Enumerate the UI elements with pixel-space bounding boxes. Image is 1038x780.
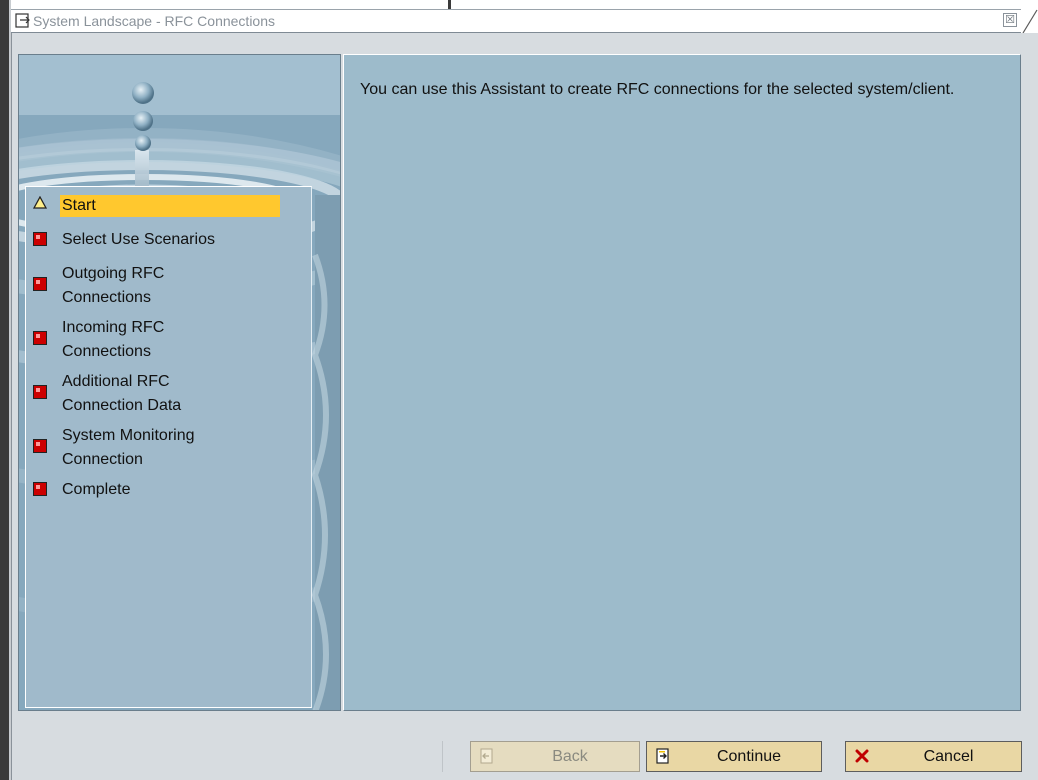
step-label: Select Use Scenarios bbox=[62, 231, 215, 248]
red-square-icon bbox=[33, 277, 47, 291]
step-description: You can use this Assistant to create RFC… bbox=[360, 81, 955, 98]
step-label: Complete bbox=[62, 481, 131, 498]
continue-button-label: Continue bbox=[716, 748, 782, 765]
red-square-icon bbox=[33, 385, 47, 399]
red-square-icon bbox=[33, 232, 47, 246]
cancel-button[interactable]: Cancel bbox=[845, 741, 1022, 772]
step-label: Outgoing RFC bbox=[62, 265, 165, 282]
step-label: Incoming RFC bbox=[62, 319, 165, 336]
continue-button[interactable]: Continue bbox=[646, 741, 822, 772]
continue-arrow-icon bbox=[656, 748, 669, 764]
title-tick bbox=[448, 0, 451, 9]
title-bar: System Landscape - RFC Connections ☒ bbox=[11, 9, 1021, 33]
step-label: Start bbox=[60, 195, 280, 217]
back-button-label: Back bbox=[552, 748, 588, 765]
red-square-icon bbox=[33, 482, 47, 496]
step-label: System Monitoring bbox=[62, 427, 195, 444]
window-menu-icon[interactable] bbox=[15, 13, 31, 29]
step-start[interactable]: Start bbox=[26, 191, 311, 221]
step-system-monitoring[interactable]: System Monitoring Connection bbox=[26, 425, 311, 471]
step-select-use-scenarios[interactable]: Select Use Scenarios bbox=[26, 229, 311, 255]
step-label: Additional RFC bbox=[62, 373, 170, 390]
step-outgoing-rfc[interactable]: Outgoing RFC Connections bbox=[26, 263, 311, 309]
back-button[interactable]: Back bbox=[470, 741, 640, 772]
red-square-icon bbox=[33, 331, 47, 345]
title-corner-decoration bbox=[1022, 9, 1038, 33]
step-label-line2: Connections bbox=[62, 343, 151, 360]
step-label-line2: Connection Data bbox=[62, 397, 182, 414]
step-label-line2: Connection bbox=[62, 451, 143, 468]
step-incoming-rfc[interactable]: Incoming RFC Connections bbox=[26, 317, 311, 363]
window-left-edge bbox=[0, 0, 9, 780]
warning-triangle-icon bbox=[33, 196, 47, 209]
window-title: System Landscape - RFC Connections bbox=[33, 13, 275, 29]
step-additional-rfc[interactable]: Additional RFC Connection Data bbox=[26, 371, 311, 417]
step-label-line2: Connections bbox=[62, 289, 151, 306]
cancel-button-label: Cancel bbox=[923, 748, 974, 765]
step-list: Start Select Use Scenarios Outgoing RFC … bbox=[25, 186, 312, 708]
button-bar-separator bbox=[442, 741, 443, 772]
close-icon[interactable]: ☒ bbox=[1003, 13, 1017, 27]
red-square-icon bbox=[33, 439, 47, 453]
content-panel: You can use this Assistant to create RFC… bbox=[343, 54, 1021, 711]
back-arrow-icon bbox=[480, 748, 493, 764]
wizard-window: System Landscape - RFC Connections ☒ Sta… bbox=[0, 0, 1038, 780]
cancel-x-icon bbox=[855, 749, 869, 763]
step-complete[interactable]: Complete bbox=[26, 479, 311, 505]
